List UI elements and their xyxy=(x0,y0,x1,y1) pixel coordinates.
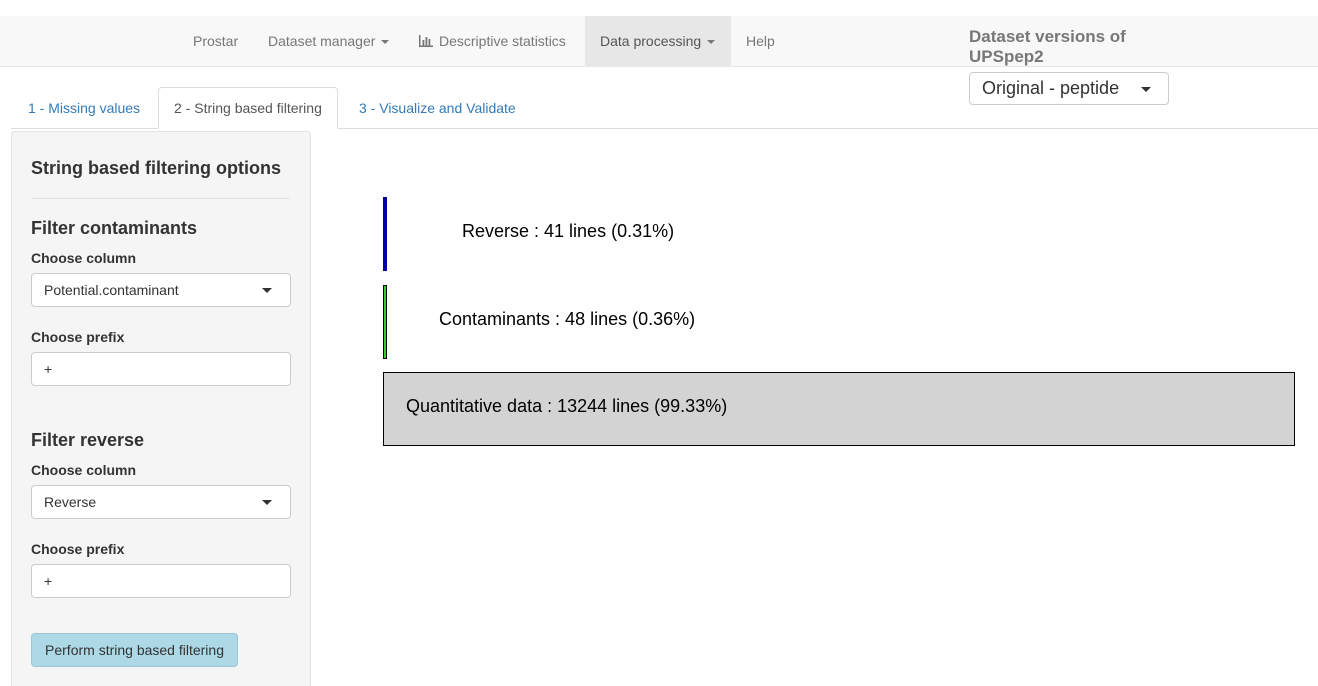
filter-contaminants-heading: Filter contaminants xyxy=(31,218,198,238)
chevron-down-icon xyxy=(381,40,390,45)
reverse-column-label: Choose column xyxy=(31,462,137,478)
contaminants-prefix-label: Choose prefix xyxy=(31,329,125,345)
nav-descriptive-statistics-label: Descriptive statistics xyxy=(439,33,566,49)
reverse-bar xyxy=(383,197,387,271)
nav-data-processing[interactable]: Data processing xyxy=(585,16,731,66)
tab-string-based-filtering[interactable]: 2 - String based filtering xyxy=(158,87,338,129)
filter-options-panel xyxy=(11,131,311,686)
reverse-count-label: Reverse : 41 lines (0.31%) xyxy=(462,221,675,241)
nav-dataset-manager[interactable]: Dataset manager xyxy=(253,16,404,66)
tab-string-based-filtering-label: 2 - String based filtering xyxy=(174,100,322,116)
reverse-column-select[interactable]: Reverse xyxy=(31,485,291,519)
panel-divider xyxy=(31,198,290,199)
chevron-down-icon xyxy=(707,40,716,45)
reverse-prefix-input[interactable]: + xyxy=(31,564,291,598)
tab-missing-values[interactable]: 1 - Missing values xyxy=(12,87,156,129)
contaminants-bar xyxy=(383,285,387,359)
tab-missing-values-label: 1 - Missing values xyxy=(28,100,141,116)
nav-descriptive-statistics[interactable]: Descriptive statistics xyxy=(404,16,581,66)
reverse-column-value: Reverse xyxy=(44,494,97,510)
nav-prostar[interactable]: Prostar xyxy=(178,16,253,66)
contaminants-column-value: Potential.contaminant xyxy=(44,282,179,298)
contaminants-column-label: Choose column xyxy=(31,250,137,266)
contaminants-prefix-input[interactable]: + xyxy=(31,352,291,386)
contaminants-count-label: Contaminants : 48 lines (0.36%) xyxy=(439,309,696,329)
panel-title: String based filtering options xyxy=(31,158,282,178)
tab-visualize-and-validate-label: 3 - Visualize and Validate xyxy=(359,100,516,116)
nav-help[interactable]: Help xyxy=(731,16,790,66)
nav-data-processing-label: Data processing xyxy=(600,33,702,49)
filter-reverse-heading: Filter reverse xyxy=(31,430,145,450)
bar-chart-icon xyxy=(419,35,433,47)
nav-prostar-label: Prostar xyxy=(193,33,239,49)
dataset-version-select[interactable]: Original - peptide xyxy=(969,72,1169,105)
perform-string-filtering-button[interactable]: Perform string based filtering xyxy=(31,633,238,667)
nav-dataset-manager-label: Dataset manager xyxy=(268,33,376,49)
tab-visualize-and-validate[interactable]: 3 - Visualize and Validate xyxy=(343,87,532,129)
reverse-prefix-label: Choose prefix xyxy=(31,541,125,557)
contaminants-column-select[interactable]: Potential.contaminant xyxy=(31,273,291,307)
chevron-down-icon xyxy=(262,288,272,293)
chevron-down-icon xyxy=(1141,87,1151,92)
dataset-version-value: Original - peptide xyxy=(982,78,1120,98)
chevron-down-icon xyxy=(262,500,272,505)
quantitative-count-label: Quantitative data : 13244 lines (99.33%) xyxy=(406,396,728,416)
nav-help-label: Help xyxy=(746,33,775,49)
dataset-versions-title: Dataset versions of UPSpep2 xyxy=(969,27,1126,66)
